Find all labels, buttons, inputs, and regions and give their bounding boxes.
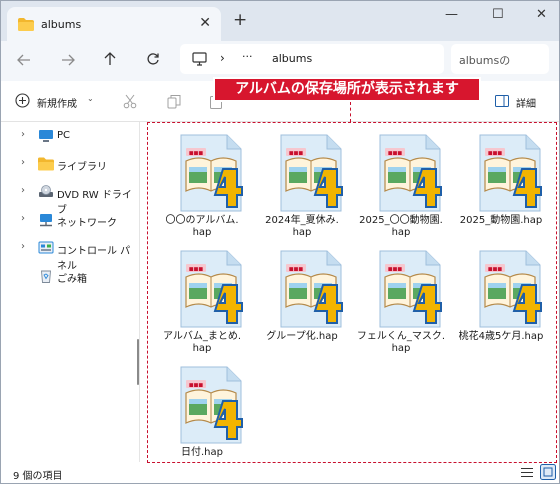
sidebar-item-label: ネットワーク	[57, 218, 117, 229]
annotation-callout: アルバムの保存場所が表示されます	[213, 77, 481, 102]
chevron-right-icon[interactable]: ›	[21, 129, 25, 140]
svg-text:■■■: ■■■	[189, 267, 203, 273]
file-name: 桃花4歳5ケ月.hap	[458, 331, 544, 342]
new-button[interactable]: 新規作成 ⌄	[15, 93, 95, 110]
file-list: ■■■ 〇〇のアルバム. hap ■■■ 2024年_夏休み. hap ■■■ …	[147, 122, 557, 463]
hap-album-file-icon: ■■■	[279, 133, 343, 213]
explorer-window: albums ✕ + — ☐ ✕ › ··· albums albumsの 新規…	[0, 0, 560, 484]
navigation-bar: › ··· albums albumsの	[1, 41, 559, 81]
pc-icon	[39, 130, 53, 142]
address-bar[interactable]: › ··· albums	[180, 44, 444, 74]
file-item[interactable]: ■■■ 2025_〇〇動物園. hap	[351, 125, 451, 238]
file-name: グループ化.hap	[266, 331, 338, 342]
chevron-right-icon[interactable]: ›	[21, 157, 25, 168]
navigation-pane: › PC › ライブラリ › DVD RW ドライブ › ネットワーク › コン…	[1, 122, 139, 462]
file-item[interactable]: ■■■ アルバム_まとめ. hap	[152, 241, 252, 354]
breadcrumb-current[interactable]: albums	[272, 52, 312, 65]
file-item[interactable]: ■■■ グループ化.hap	[252, 241, 352, 353]
computer-icon	[192, 52, 207, 66]
hap-album-file-icon: ■■■	[378, 249, 442, 329]
file-name: フェルくん_マスク. hap	[356, 331, 446, 354]
hap-album-file-icon: ■■■	[179, 249, 243, 329]
pane-divider	[139, 122, 140, 462]
hap-album-file-icon: ■■■	[378, 133, 442, 213]
chevron-right-icon[interactable]: ›	[21, 185, 25, 196]
file-name: 〇〇のアルバム. hap	[165, 215, 239, 238]
tab-bar: albums ✕ + — ☐ ✕	[1, 1, 559, 41]
file-item[interactable]: ■■■ 日付.hap	[152, 357, 252, 469]
sidebar-item-label: ごみ箱	[57, 274, 87, 285]
file-item[interactable]: ■■■ 桃花4歳5ケ月.hap	[451, 241, 551, 353]
sidebar-item-library[interactable]: › ライブラリ	[1, 154, 139, 176]
up-arrow-icon[interactable]	[103, 52, 117, 66]
dvd-drive-icon	[39, 185, 53, 197]
back-arrow-icon[interactable]	[17, 53, 31, 67]
sidebar-item-recycle-bin[interactable]: ごみ箱	[1, 266, 139, 288]
sidebar-item-control-panel[interactable]: › コントロール パネル	[1, 238, 139, 272]
file-item[interactable]: ■■■ 2024年_夏休み. hap	[252, 125, 352, 238]
plus-circle-icon	[15, 93, 30, 108]
hap-album-file-icon: ■■■	[478, 249, 542, 329]
file-item[interactable]: ■■■ フェルくん_マスク. hap	[351, 241, 451, 354]
sidebar-item-label: PC	[57, 130, 71, 141]
copy-icon[interactable]	[167, 94, 181, 109]
network-icon	[40, 214, 52, 227]
svg-text:■■■: ■■■	[488, 267, 502, 273]
sidebar-item-network[interactable]: › ネットワーク	[1, 210, 139, 232]
item-count: 9 個の項目	[13, 471, 63, 482]
sidebar-scrollbar[interactable]	[137, 339, 139, 385]
chevron-right-icon[interactable]: ›	[21, 241, 25, 252]
path-separator: ›	[220, 51, 225, 65]
new-tab-button[interactable]: +	[233, 10, 247, 30]
refresh-icon[interactable]	[146, 52, 160, 66]
svg-text:■■■: ■■■	[488, 151, 502, 157]
svg-text:■■■: ■■■	[289, 267, 303, 273]
file-name: アルバム_まとめ. hap	[162, 331, 242, 354]
cut-icon[interactable]	[123, 94, 137, 109]
chevron-down-icon: ⌄	[87, 94, 94, 103]
svg-text:■■■: ■■■	[189, 151, 203, 157]
svg-text:■■■: ■■■	[388, 267, 402, 273]
sidebar-item-dvd[interactable]: › DVD RW ドライブ	[1, 182, 139, 216]
annotation-leader-line	[350, 102, 351, 122]
hap-album-file-icon: ■■■	[179, 365, 243, 445]
folder-icon	[18, 18, 34, 31]
recycle-bin-icon	[41, 270, 51, 283]
details-label: 詳細	[516, 99, 536, 110]
sidebar-item-label: ライブラリ	[57, 162, 107, 173]
file-item[interactable]: ■■■ 2025_動物園.hap	[451, 125, 551, 237]
chevron-right-icon[interactable]: ›	[21, 213, 25, 224]
tab-albums[interactable]: albums ✕	[7, 7, 221, 41]
file-name: 日付.hap	[181, 447, 223, 458]
library-folder-icon	[38, 157, 54, 171]
minimize-button[interactable]: —	[445, 7, 458, 22]
search-input[interactable]: albumsの	[451, 44, 549, 74]
hap-album-file-icon: ■■■	[478, 133, 542, 213]
details-button[interactable]: 詳細	[495, 94, 545, 110]
file-item[interactable]: ■■■ 〇〇のアルバム. hap	[152, 125, 252, 238]
details-view-icon[interactable]	[520, 466, 534, 479]
control-panel-icon	[38, 241, 54, 254]
status-bar: 9 個の項目	[1, 463, 559, 483]
tab-title: albums	[41, 18, 82, 31]
file-name: 2024年_夏休み. hap	[265, 215, 339, 238]
search-placeholder: albumsの	[459, 54, 511, 67]
more-path-button[interactable]: ···	[242, 50, 253, 63]
sidebar-item-pc[interactable]: › PC	[1, 126, 139, 148]
svg-text:■■■: ■■■	[289, 151, 303, 157]
large-icons-view-icon[interactable]	[540, 464, 556, 480]
hap-album-file-icon: ■■■	[179, 133, 243, 213]
close-tab-icon[interactable]: ✕	[199, 15, 211, 31]
svg-text:■■■: ■■■	[189, 383, 203, 389]
hap-album-file-icon: ■■■	[279, 249, 343, 329]
details-pane-icon	[495, 95, 509, 107]
close-window-button[interactable]: ✕	[536, 7, 547, 22]
maximize-button[interactable]: ☐	[492, 7, 504, 22]
forward-arrow-icon[interactable]	[61, 53, 75, 67]
new-button-label: 新規作成	[37, 99, 77, 110]
file-name: 2025_〇〇動物園. hap	[359, 215, 443, 238]
svg-text:■■■: ■■■	[388, 151, 402, 157]
file-name: 2025_動物園.hap	[459, 215, 543, 226]
